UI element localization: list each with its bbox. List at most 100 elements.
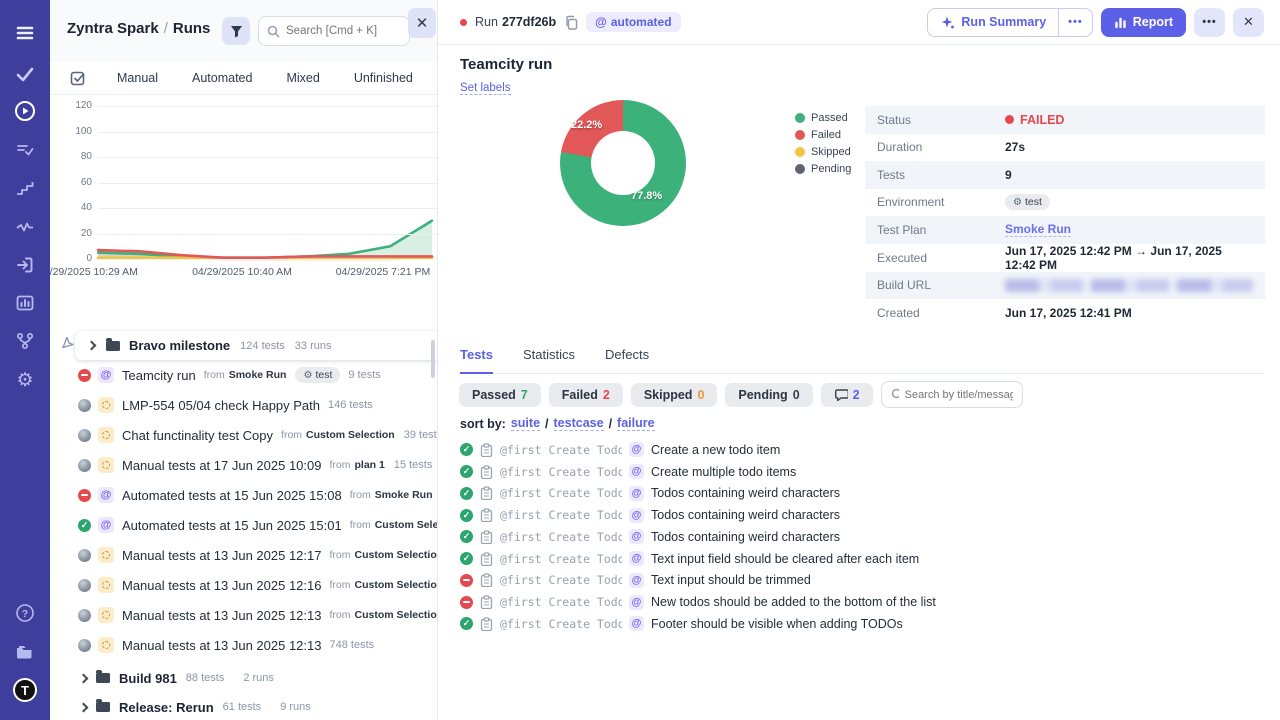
test-row[interactable]: @first Create Todos... @ Todos containing …	[460, 526, 1264, 548]
run-name[interactable]: Manual tests at 13 Jun 2025 12:17	[122, 548, 321, 563]
status-pending-icon	[78, 548, 91, 562]
test-title[interactable]: New todos should be added to the bottom …	[651, 595, 936, 609]
run-row[interactable]: Manual tests at 13 Jun 2025 12:13 from Cu…	[50, 600, 437, 630]
tab-mixed[interactable]: Mixed	[269, 71, 336, 85]
pin-icon[interactable]	[61, 336, 74, 349]
test-title[interactable]: Create multiple todo items	[651, 465, 796, 479]
test-title[interactable]: Footer should be visible when adding TOD…	[651, 617, 903, 631]
tab-defects[interactable]: Defects	[605, 347, 649, 373]
run-row[interactable]: @ Teamcity run from Smoke Run ⚙ test 9 tes…	[50, 360, 437, 390]
tab-groups[interactable]: Groups	[430, 71, 437, 85]
tab-automated[interactable]: Automated	[175, 71, 269, 85]
select-all-icon[interactable]	[70, 70, 86, 86]
run-name[interactable]: Teamcity run	[122, 368, 196, 383]
help-icon[interactable]: ?	[0, 596, 50, 630]
donut-passed-label: 77.8%	[631, 190, 663, 202]
test-plan-link[interactable]: Smoke Run	[1005, 222, 1072, 238]
run-row[interactable]: Manual tests at 13 Jun 2025 12:13 748 te…	[50, 630, 437, 660]
filter-failed-pill[interactable]: Failed 2	[548, 382, 623, 407]
run-row[interactable]: @ Automated tests at 15 Jun 2025 15:01 f…	[50, 510, 437, 540]
plans-icon[interactable]	[0, 133, 50, 167]
run-row[interactable]: Chat functinality test Copy from Custom S…	[50, 420, 437, 450]
test-row[interactable]: @first Create Todos... @ New todos should …	[460, 591, 1264, 613]
activity-icon[interactable]	[0, 210, 50, 244]
test-row[interactable]: @first Create Todos... @ Todos containing …	[460, 504, 1264, 526]
milestones-icon[interactable]	[0, 171, 50, 205]
test-row[interactable]: @first Create Todos... @ Todos containing …	[460, 483, 1264, 505]
run-name[interactable]: LMP-554 05/04 check Happy Path	[122, 398, 320, 413]
scrollbar-thumb[interactable]	[431, 340, 435, 378]
tests-search-input[interactable]	[904, 388, 1013, 401]
run-name[interactable]: Automated tests at 15 Jun 2025 15:08	[122, 488, 342, 503]
sort-testcase-link[interactable]: testcase	[553, 416, 604, 431]
test-row[interactable]: @first Create Todos... @ Text input field …	[460, 548, 1264, 570]
run-name[interactable]: Manual tests at 17 Jun 2025 10:09	[122, 458, 321, 473]
run-name[interactable]: Automated tests at 15 Jun 2025 15:01	[122, 518, 342, 533]
run-summary-more-button[interactable]: •••	[1058, 8, 1092, 36]
tests-icon[interactable]	[0, 57, 50, 91]
run-name[interactable]: Manual tests at 13 Jun 2025 12:13	[122, 608, 321, 623]
run-row[interactable]: Manual tests at 17 Jun 2025 10:09 from pl…	[50, 450, 437, 480]
tab-manual[interactable]: Manual	[100, 71, 175, 85]
y-axis-tick: 40	[80, 202, 92, 213]
chevron-right-icon[interactable]	[86, 340, 97, 351]
set-labels-link[interactable]: Set labels	[460, 82, 511, 95]
branch-icon[interactable]	[0, 324, 50, 358]
test-title[interactable]: Text input should be trimmed	[651, 573, 811, 587]
sort-failure-link[interactable]: failure	[617, 416, 655, 431]
run-summary-button[interactable]: Run Summary	[928, 8, 1059, 36]
run-name[interactable]: Manual tests at 13 Jun 2025 12:16	[122, 578, 321, 593]
run-row[interactable]: Manual tests at 13 Jun 2025 12:16 from Cu…	[50, 570, 437, 600]
test-row[interactable]: @first Create Todos... @ Create multiple t…	[460, 461, 1264, 483]
test-row[interactable]: @first Create Todos... @ Footer should be …	[460, 613, 1264, 635]
test-title[interactable]: Create a new todo item	[651, 443, 780, 457]
chevron-right-icon[interactable]	[78, 673, 89, 683]
test-title[interactable]: Todos containing weird characters	[651, 508, 840, 522]
test-title[interactable]: Todos containing weird characters	[651, 530, 840, 544]
runs-icon[interactable]	[0, 94, 50, 128]
tab-tests[interactable]: Tests	[460, 347, 493, 374]
close-run-button[interactable]: ✕	[1233, 7, 1264, 37]
chevron-right-icon[interactable]	[78, 702, 89, 712]
test-title[interactable]: Text input field should be cleared after…	[651, 552, 919, 566]
panel-close-button[interactable]: ✕	[408, 8, 436, 38]
profile-avatar[interactable]: T	[0, 673, 50, 707]
projects-icon[interactable]	[0, 634, 50, 668]
folder-name[interactable]: Build 981	[119, 671, 177, 686]
run-row[interactable]: Manual tests at 13 Jun 2025 12:17 from Cu…	[50, 540, 437, 570]
run-group-header[interactable]: Bravo milestone 124 tests 33 runs	[75, 331, 437, 360]
filter-pending-pill[interactable]: Pending 0	[725, 382, 813, 407]
menu-icon[interactable]	[0, 16, 50, 50]
run-row[interactable]: @ Automated tests at 15 Jun 2025 15:08 f…	[50, 480, 437, 510]
filter-skipped-pill[interactable]: Skipped 0	[630, 382, 718, 407]
tab-statistics[interactable]: Statistics	[523, 347, 575, 373]
build-url-redacted[interactable]	[1005, 278, 1253, 292]
run-row[interactable]: LMP-554 05/04 check Happy Path 146 tests	[50, 390, 437, 420]
folder-row[interactable]: Build 981 88 tests 2 runs	[50, 663, 437, 693]
filter-comments-pill[interactable]: 2	[820, 382, 873, 407]
run-tests-count: 146 tests	[328, 399, 373, 411]
test-row[interactable]: @first Create Todos... @ Create a new todo…	[460, 439, 1264, 461]
breadcrumb-project[interactable]: Zyntra Spark	[67, 20, 159, 37]
runs-search-input[interactable]	[286, 25, 396, 37]
reports-icon[interactable]	[0, 286, 50, 320]
more-actions-button[interactable]: •••	[1194, 7, 1225, 37]
tab-unfinished[interactable]: Unfinished	[337, 71, 430, 85]
settings-icon[interactable]: ⚙	[0, 363, 50, 397]
sort-suite-link[interactable]: suite	[510, 416, 541, 431]
run-name[interactable]: Manual tests at 13 Jun 2025 12:13	[122, 638, 321, 653]
test-title[interactable]: Todos containing weird characters	[651, 486, 840, 500]
runs-search[interactable]	[258, 16, 410, 46]
group-name[interactable]: Bravo milestone	[129, 338, 230, 353]
copy-icon[interactable]	[564, 15, 578, 30]
filter-button[interactable]	[222, 17, 250, 45]
folder-name[interactable]: Release: Rerun	[119, 700, 214, 715]
filter-passed-pill[interactable]: Passed 7	[459, 382, 541, 407]
folder-row[interactable]: Release: Rerun 61 tests 9 runs	[50, 692, 437, 720]
run-name[interactable]: Chat functinality test Copy	[122, 428, 273, 443]
import-icon[interactable]	[0, 248, 50, 282]
tests-search[interactable]	[880, 381, 1023, 408]
sort-separator: /	[608, 416, 613, 431]
test-row[interactable]: @first Create Todos... @ Text input should…	[460, 570, 1264, 592]
report-button[interactable]: Report	[1100, 7, 1186, 37]
